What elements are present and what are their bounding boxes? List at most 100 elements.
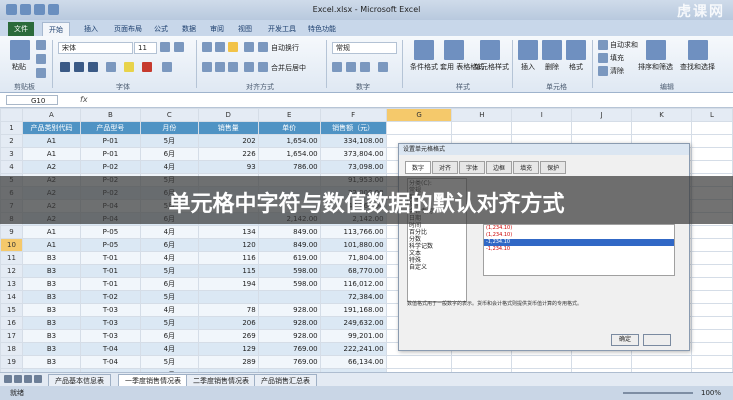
column-header[interactable]: F [319,108,387,122]
cell-style-label[interactable]: 单元格样式 [474,62,509,72]
table-cell[interactable] [690,238,733,252]
align-right-icon[interactable] [228,62,238,72]
table-cell[interactable] [511,121,573,135]
table-cell[interactable] [690,121,733,135]
row-header[interactable]: 14 [0,290,23,304]
table-cell[interactable]: 73,098.00 [319,160,387,174]
tab-home[interactable]: 开始 [42,22,70,37]
table-cell[interactable]: B3 [21,355,81,369]
table-cell[interactable]: T-03 [79,316,141,330]
zoom-slider[interactable] [623,392,693,394]
table-cell[interactable]: 4月 [139,303,199,317]
dialog-tab-border[interactable]: 边框 [486,161,513,174]
table-cell[interactable]: 269 [197,329,259,343]
table-cell[interactable]: 4月 [139,160,199,174]
table-cell[interactable]: 334,108.00 [319,134,387,148]
clear-icon[interactable] [598,66,608,76]
phonetic-icon[interactable] [162,62,172,72]
name-box[interactable]: G10 [6,95,58,105]
table-cell[interactable]: 5月 [139,264,199,278]
table-format-icon[interactable] [444,40,464,60]
percent-icon[interactable] [346,62,356,72]
currency-icon[interactable] [332,62,342,72]
table-cell[interactable]: 849.00 [257,225,321,239]
table-cell[interactable] [690,160,733,174]
table-cell[interactable]: 5月 [139,290,199,304]
orientation-icon[interactable] [244,42,254,52]
comma-icon[interactable] [360,62,370,72]
table-cell[interactable]: 222,241.00 [319,342,387,356]
column-header[interactable]: K [631,108,692,122]
autosum-icon[interactable] [598,40,608,50]
table-cell[interactable] [690,290,733,304]
table-cell[interactable] [571,121,633,135]
table-cell[interactable]: 产品类别代码 [21,121,81,135]
category-item[interactable]: 特殊 [409,257,465,264]
table-cell[interactable]: 116 [197,251,259,265]
table-cell[interactable]: A1 [21,147,81,161]
insert-cells-icon[interactable] [518,40,538,60]
bold-icon[interactable] [60,62,70,72]
negative-format-item[interactable]: -1,234.10 [484,239,674,246]
next-sheet-icon[interactable] [24,375,32,383]
tab-features[interactable]: 特色功能 [302,22,342,36]
column-header[interactable]: B [79,108,141,122]
table-cell[interactable]: 月份 [139,121,199,135]
table-cell[interactable]: 93 [197,160,259,174]
category-item[interactable]: 自定义 [409,264,465,271]
table-cell[interactable]: P-01 [79,147,141,161]
table-cell[interactable] [257,290,321,304]
table-cell[interactable]: 129 [197,342,259,356]
table-cell[interactable]: B3 [21,329,81,343]
row-header[interactable]: 10 [0,238,23,252]
table-cell[interactable]: T-01 [79,277,141,291]
table-cell[interactable]: A1 [21,134,81,148]
align-left-icon[interactable] [202,62,212,72]
table-cell[interactable]: 202 [197,134,259,148]
table-cell[interactable]: 72,384.00 [319,290,387,304]
table-cell[interactable]: 191,168.00 [319,303,387,317]
table-cell[interactable]: 206 [197,316,259,330]
align-bottom-icon[interactable] [228,42,238,52]
table-cell[interactable]: 786.00 [257,160,321,174]
row-header[interactable]: 12 [0,264,23,278]
prev-sheet-icon[interactable] [14,375,22,383]
table-cell[interactable] [631,355,692,369]
fill-icon[interactable] [598,53,608,63]
table-cell[interactable]: 120 [197,238,259,252]
zoom-level[interactable]: 100% [701,386,721,400]
column-header[interactable]: I [511,108,573,122]
table-cell[interactable] [690,316,733,330]
format-label[interactable]: 格式 [569,62,583,72]
cancel-button[interactable] [643,334,671,346]
table-cell[interactable]: A1 [21,225,81,239]
category-item[interactable]: 百分比 [409,229,465,236]
table-cell[interactable]: P-05 [79,238,141,252]
format-cells-icon[interactable] [566,40,586,60]
table-cell[interactable]: 769.00 [257,355,321,369]
row-header[interactable]: 13 [0,277,23,291]
row-header[interactable]: 11 [0,251,23,265]
table-cell[interactable] [451,355,513,369]
row-header[interactable]: 1 [0,121,23,135]
table-cell[interactable] [690,303,733,317]
increase-decimal-icon[interactable] [378,62,388,72]
row-header[interactable]: 4 [0,160,23,174]
category-item[interactable]: 分数 [409,236,465,243]
table-cell[interactable] [690,277,733,291]
table-cell[interactable]: T-02 [79,290,141,304]
table-cell[interactable]: 4月 [139,225,199,239]
table-cell[interactable]: 194 [197,277,259,291]
wrap-text-icon[interactable] [258,42,268,52]
table-cell[interactable]: 849.00 [257,238,321,252]
table-cell[interactable]: T-04 [79,355,141,369]
table-cell[interactable]: 4月 [139,342,199,356]
table-cell[interactable]: 5月 [139,355,199,369]
category-item[interactable]: 文本 [409,250,465,257]
align-center-icon[interactable] [215,62,225,72]
table-cell[interactable]: B3 [21,303,81,317]
negative-format-item[interactable]: (1,234.10) [484,225,674,232]
font-name-select[interactable]: 宋体 [58,42,133,54]
table-cell[interactable]: 6月 [139,277,199,291]
table-cell[interactable]: 113,766.00 [319,225,387,239]
